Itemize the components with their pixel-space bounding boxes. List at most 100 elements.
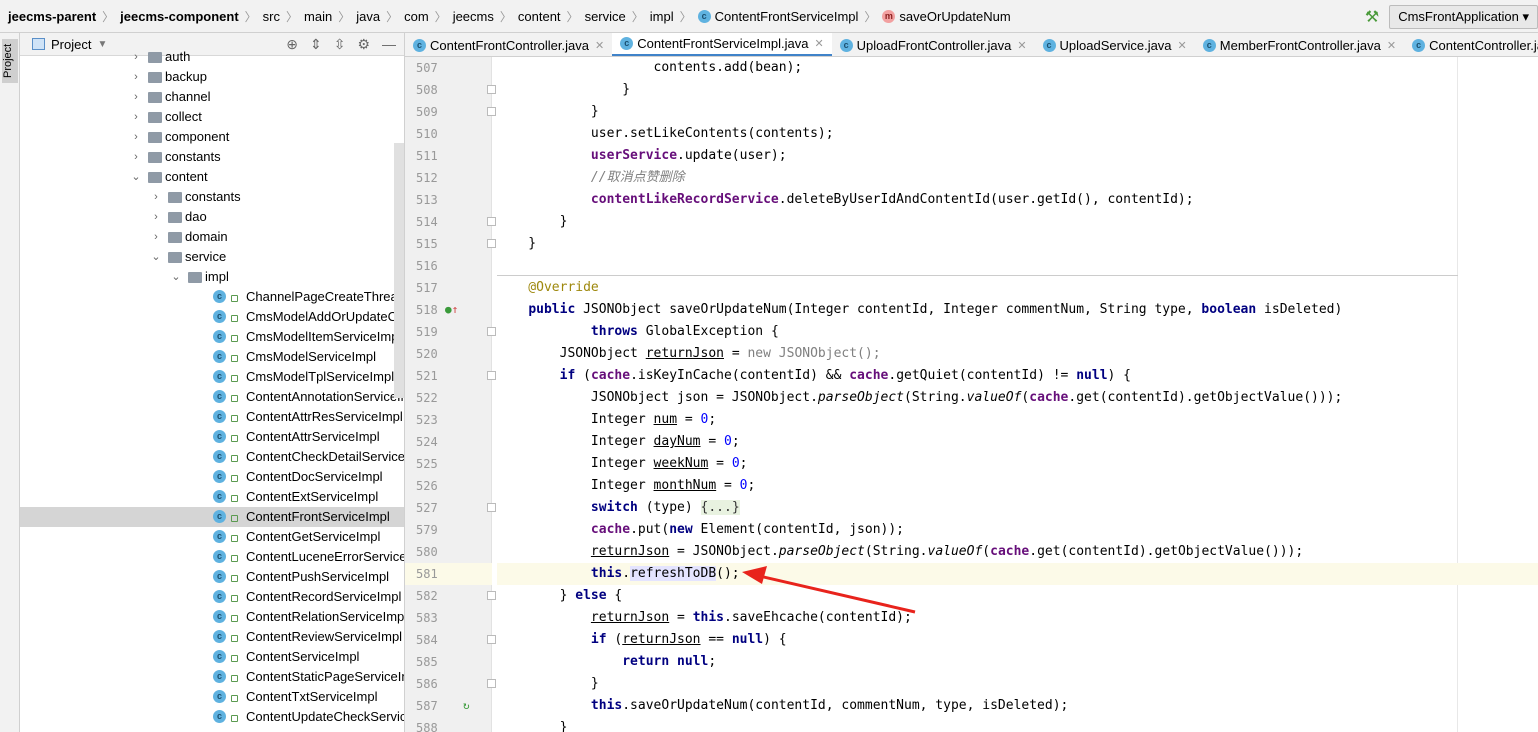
project-tool-button[interactable]: Project bbox=[2, 39, 18, 83]
tab-uploadfrontcontroller-java[interactable]: c UploadFrontController.java ✕ bbox=[832, 33, 1035, 56]
lock-icon bbox=[231, 675, 238, 682]
build-hammer-icon[interactable]: ⚒ bbox=[1365, 7, 1379, 27]
tree-item-label: ContentReviewServiceImpl bbox=[246, 629, 403, 644]
tree-item[interactable]: › collect bbox=[20, 107, 404, 127]
tree-item[interactable]: › auth bbox=[20, 47, 404, 67]
tree-item[interactable]: c ContentExtServiceImpl bbox=[20, 487, 404, 507]
tree-item[interactable]: c ContentUpdateCheckServic bbox=[20, 707, 404, 727]
lock-icon bbox=[231, 715, 238, 722]
lock-icon bbox=[231, 655, 238, 662]
tree-item[interactable]: › component bbox=[20, 127, 404, 147]
class-icon: c bbox=[213, 550, 226, 563]
folder-icon bbox=[168, 192, 182, 203]
tree-item[interactable]: c ContentAttrResServiceImpl bbox=[20, 407, 404, 427]
tree-item-label: impl bbox=[205, 269, 229, 284]
breadcrumb-item[interactable]: 〉 main bbox=[280, 8, 332, 25]
class-icon: c bbox=[213, 690, 226, 703]
lock-icon bbox=[231, 575, 238, 582]
tab-memberfrontcontroller-java[interactable]: c MemberFrontController.java ✕ bbox=[1195, 33, 1404, 56]
tree-item-label: content bbox=[165, 169, 208, 184]
tree-item[interactable]: c ContentAttrServiceImpl bbox=[20, 427, 404, 447]
breadcrumb-item[interactable]: 〉 service bbox=[561, 8, 626, 25]
tree-item[interactable]: c ContentTxtServiceImpl bbox=[20, 687, 404, 707]
chevron-down-icon[interactable]: ⌄ bbox=[150, 247, 162, 267]
tree-item[interactable]: c CmsModelTplServiceImpl bbox=[20, 367, 404, 387]
tree-item-label: ContentDocServiceImpl bbox=[246, 469, 383, 484]
tree-item[interactable]: c ContentGetServiceImpl bbox=[20, 527, 404, 547]
chevron-right-icon[interactable]: › bbox=[130, 107, 142, 127]
tree-item[interactable]: c ChannelPageCreateThreadS bbox=[20, 287, 404, 307]
breadcrumb-item[interactable]: jeecms-parent bbox=[8, 9, 96, 24]
tree-item[interactable]: › backup bbox=[20, 67, 404, 87]
tree-item[interactable]: c ContentFrontServiceImpl bbox=[20, 507, 404, 527]
tree-item-label: ChannelPageCreateThreadS bbox=[246, 289, 405, 304]
chevron-right-icon[interactable]: › bbox=[130, 67, 142, 87]
tree-item[interactable]: c ContentReviewServiceImpl bbox=[20, 627, 404, 647]
tree-item[interactable]: c ContentCheckDetailServiceI bbox=[20, 447, 404, 467]
tree-item[interactable]: c CmsModelServiceImpl bbox=[20, 347, 404, 367]
folder-icon bbox=[148, 152, 162, 163]
tree-item[interactable]: ⌄ content bbox=[20, 167, 404, 187]
tree-item[interactable]: c ContentStaticPageServiceIm bbox=[20, 667, 404, 687]
tab-contentcontroller-java[interactable]: cContentController.java bbox=[1404, 33, 1538, 56]
code-editor[interactable]: 507 508 509 510 511 512 513 514 515 516 517 518 ●↑ 51… bbox=[405, 57, 1538, 732]
tree-item[interactable]: c CmsModelAddOrUpdateCo bbox=[20, 307, 404, 327]
close-icon[interactable]: ✕ bbox=[1387, 39, 1396, 52]
chevron-right-icon[interactable]: › bbox=[130, 47, 142, 67]
chevron-right-icon[interactable]: › bbox=[150, 227, 162, 247]
breadcrumb-item[interactable]: 〉 c ContentFrontServiceImpl bbox=[674, 8, 859, 25]
method-icon: m bbox=[882, 9, 896, 23]
tree-item-label: CmsModelAddOrUpdateCo bbox=[246, 309, 405, 324]
tree-item[interactable]: › channel bbox=[20, 87, 404, 107]
close-icon[interactable]: ✕ bbox=[595, 39, 604, 52]
tree-item[interactable]: c ContentRecordServiceImpl bbox=[20, 587, 404, 607]
tree-item[interactable]: c ContentAnnotationServiceIm bbox=[20, 387, 404, 407]
tree-item-label: ContentLuceneErrorService bbox=[246, 549, 405, 564]
tab-contentfrontserviceimpl-java[interactable]: c ContentFrontServiceImpl.java ✕ bbox=[612, 33, 832, 56]
tree-item[interactable]: › dao bbox=[20, 207, 404, 227]
chevron-right-icon[interactable]: › bbox=[130, 87, 142, 107]
tree-item[interactable]: c ContentDocServiceImpl bbox=[20, 467, 404, 487]
tree-item[interactable]: c ContentPushServiceImpl bbox=[20, 567, 404, 587]
breadcrumb-item[interactable]: 〉 jeecms-component bbox=[96, 8, 239, 25]
chevron-right-icon[interactable]: › bbox=[150, 187, 162, 207]
lock-icon bbox=[231, 335, 238, 342]
tree-item-label: ContentStaticPageServiceIm bbox=[246, 669, 405, 684]
tree-item[interactable]: › constants bbox=[20, 187, 404, 207]
folder-icon bbox=[148, 112, 162, 123]
breadcrumb-item[interactable]: 〉 impl bbox=[626, 8, 674, 25]
tree-item[interactable]: c ContentLuceneErrorService bbox=[20, 547, 404, 567]
tree-item[interactable]: › constants bbox=[20, 147, 404, 167]
chevron-right-icon[interactable]: › bbox=[130, 147, 142, 167]
close-icon[interactable]: ✕ bbox=[1178, 39, 1187, 52]
breadcrumb-item[interactable]: 〉 com bbox=[380, 8, 429, 25]
tab-contentfrontcontroller-java[interactable]: c ContentFrontController.java ✕ bbox=[405, 33, 612, 56]
chevron-down-icon[interactable]: ⌄ bbox=[170, 267, 182, 287]
tree-item[interactable]: › domain bbox=[20, 227, 404, 247]
chevron-right-icon[interactable]: › bbox=[130, 127, 142, 147]
breadcrumb-item[interactable]: 〉 jeecms bbox=[429, 8, 494, 25]
chevron-right-icon[interactable]: › bbox=[150, 207, 162, 227]
breadcrumb-item[interactable]: 〉 m saveOrUpdateNum bbox=[858, 8, 1010, 25]
breadcrumb-item[interactable]: 〉 content bbox=[494, 8, 561, 25]
tree-item[interactable]: c ContentServiceImpl bbox=[20, 647, 404, 667]
red-arrow-annotation bbox=[742, 566, 916, 614]
scrollbar[interactable] bbox=[394, 143, 404, 398]
breadcrumb-item[interactable]: 〉 src bbox=[239, 8, 280, 25]
lock-icon bbox=[231, 615, 238, 622]
tree-item-label: collect bbox=[165, 109, 202, 124]
chevron-down-icon[interactable]: ⌄ bbox=[130, 167, 142, 187]
lock-icon bbox=[231, 695, 238, 702]
class-icon: c bbox=[213, 710, 226, 723]
tree-item[interactable]: ⌄ impl bbox=[20, 267, 404, 287]
run-configuration-select[interactable]: CmsFrontApplication ▾ bbox=[1389, 5, 1538, 29]
lock-icon bbox=[231, 595, 238, 602]
close-icon[interactable]: ✕ bbox=[1017, 39, 1026, 52]
tree-item[interactable]: c ContentRelationServiceImpl bbox=[20, 607, 404, 627]
close-icon[interactable]: ✕ bbox=[814, 37, 823, 50]
folder-icon bbox=[168, 232, 182, 243]
tab-uploadservice-java[interactable]: c UploadService.java ✕ bbox=[1035, 33, 1195, 56]
tree-item[interactable]: c CmsModelItemServiceImpl bbox=[20, 327, 404, 347]
tree-item[interactable]: ⌄ service bbox=[20, 247, 404, 267]
breadcrumb-item[interactable]: 〉 java bbox=[332, 8, 380, 25]
